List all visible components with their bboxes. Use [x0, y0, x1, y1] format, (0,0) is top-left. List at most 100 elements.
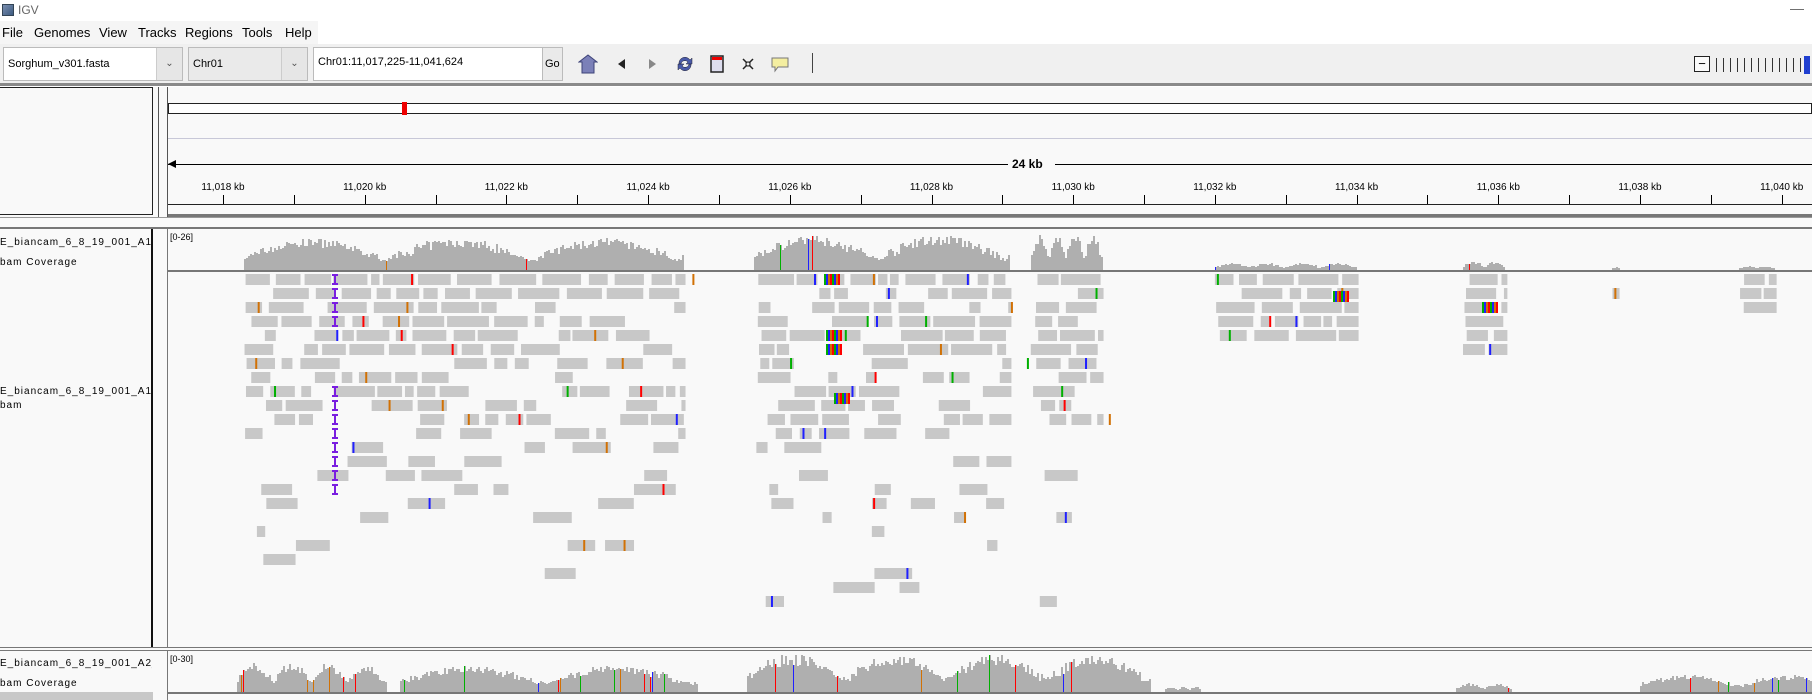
alignment-visualization[interactable] [0, 229, 1812, 700]
read[interactable] [999, 372, 1012, 383]
read[interactable] [1274, 316, 1299, 327]
read[interactable] [439, 386, 469, 397]
back-icon[interactable] [612, 54, 632, 74]
read[interactable] [1503, 288, 1508, 299]
read[interactable] [907, 344, 949, 355]
read[interactable] [644, 470, 668, 481]
read[interactable] [605, 540, 635, 551]
read[interactable] [758, 274, 795, 285]
read[interactable] [1344, 302, 1359, 313]
read[interactable] [494, 316, 528, 327]
zoom-tick[interactable] [1716, 58, 1717, 72]
read[interactable] [534, 316, 544, 327]
read[interactable] [626, 400, 658, 411]
read[interactable] [533, 512, 572, 523]
read[interactable] [1262, 274, 1294, 285]
fit-to-window-icon[interactable] [738, 54, 758, 74]
menu-file[interactable]: File [2, 25, 23, 40]
go-button[interactable]: Go [543, 47, 563, 81]
read[interactable] [997, 344, 1007, 355]
read[interactable] [356, 330, 390, 341]
zoom-tick[interactable] [1730, 58, 1731, 72]
read[interactable] [620, 414, 649, 425]
menu-tracks[interactable]: Tracks [138, 25, 177, 40]
read[interactable] [1303, 316, 1322, 327]
read[interactable] [1338, 330, 1359, 341]
read[interactable] [304, 274, 332, 285]
read[interactable] [1241, 288, 1283, 299]
menu-view[interactable]: View [99, 25, 127, 40]
read[interactable] [760, 358, 770, 369]
read[interactable] [558, 330, 571, 341]
read[interactable] [562, 386, 578, 397]
read[interactable] [304, 344, 318, 355]
read[interactable] [1466, 330, 1488, 341]
read[interactable] [493, 484, 509, 495]
read[interactable] [944, 330, 974, 341]
read[interactable] [679, 386, 686, 397]
read[interactable] [758, 302, 771, 313]
read[interactable] [1466, 288, 1497, 299]
zoom-tick[interactable] [1751, 58, 1752, 72]
read[interactable] [1219, 330, 1247, 341]
read[interactable] [987, 540, 998, 551]
read[interactable] [649, 288, 680, 299]
read[interactable] [1744, 274, 1765, 285]
read[interactable] [858, 386, 900, 397]
read[interactable] [251, 372, 271, 383]
menu-genomes[interactable]: Genomes [34, 25, 90, 40]
read[interactable] [778, 400, 815, 411]
read[interactable] [938, 400, 971, 411]
read[interactable] [872, 400, 894, 411]
read[interactable] [776, 344, 790, 355]
read[interactable] [352, 316, 369, 327]
read[interactable] [598, 498, 634, 509]
genome-dropdown[interactable]: Sorghum_v301.fasta ⌄ [3, 47, 183, 81]
read[interactable] [899, 582, 920, 593]
read[interactable] [822, 414, 849, 425]
read[interactable] [341, 372, 353, 383]
read[interactable] [756, 442, 768, 453]
read[interactable] [589, 316, 625, 327]
read[interactable] [1216, 302, 1255, 313]
read[interactable] [1056, 512, 1072, 523]
read[interactable] [1077, 288, 1104, 299]
read[interactable] [256, 526, 266, 537]
read[interactable] [833, 582, 875, 593]
read[interactable] [499, 274, 537, 285]
read[interactable] [1501, 274, 1508, 285]
read[interactable] [281, 316, 312, 327]
read[interactable] [244, 344, 274, 355]
read[interactable] [524, 442, 545, 453]
minimize-button[interactable]: — [1790, 0, 1804, 16]
read[interactable] [878, 274, 888, 285]
read[interactable] [418, 302, 438, 313]
read[interactable] [371, 274, 380, 285]
read[interactable] [523, 400, 537, 411]
read[interactable] [420, 414, 445, 425]
read[interactable] [1768, 274, 1777, 285]
read[interactable] [1740, 288, 1762, 299]
read[interactable] [969, 302, 981, 313]
read[interactable] [322, 344, 346, 355]
read[interactable] [606, 358, 643, 369]
read[interactable] [261, 484, 293, 495]
read[interactable] [650, 414, 684, 425]
read[interactable] [989, 414, 1012, 425]
read[interactable] [1030, 344, 1072, 355]
read[interactable] [633, 484, 676, 495]
read[interactable] [333, 386, 375, 397]
read[interactable] [1295, 330, 1337, 341]
read[interactable] [959, 484, 988, 495]
zoom-tick[interactable] [1800, 58, 1801, 72]
home-icon[interactable] [578, 54, 598, 74]
zoom-tick[interactable] [1793, 58, 1794, 72]
read[interactable] [407, 498, 446, 509]
read[interactable] [404, 386, 414, 397]
read[interactable] [812, 302, 835, 313]
read[interactable] [341, 288, 372, 299]
read[interactable] [579, 386, 610, 397]
read[interactable] [628, 386, 664, 397]
read[interactable] [412, 316, 445, 327]
read[interactable] [475, 288, 512, 299]
